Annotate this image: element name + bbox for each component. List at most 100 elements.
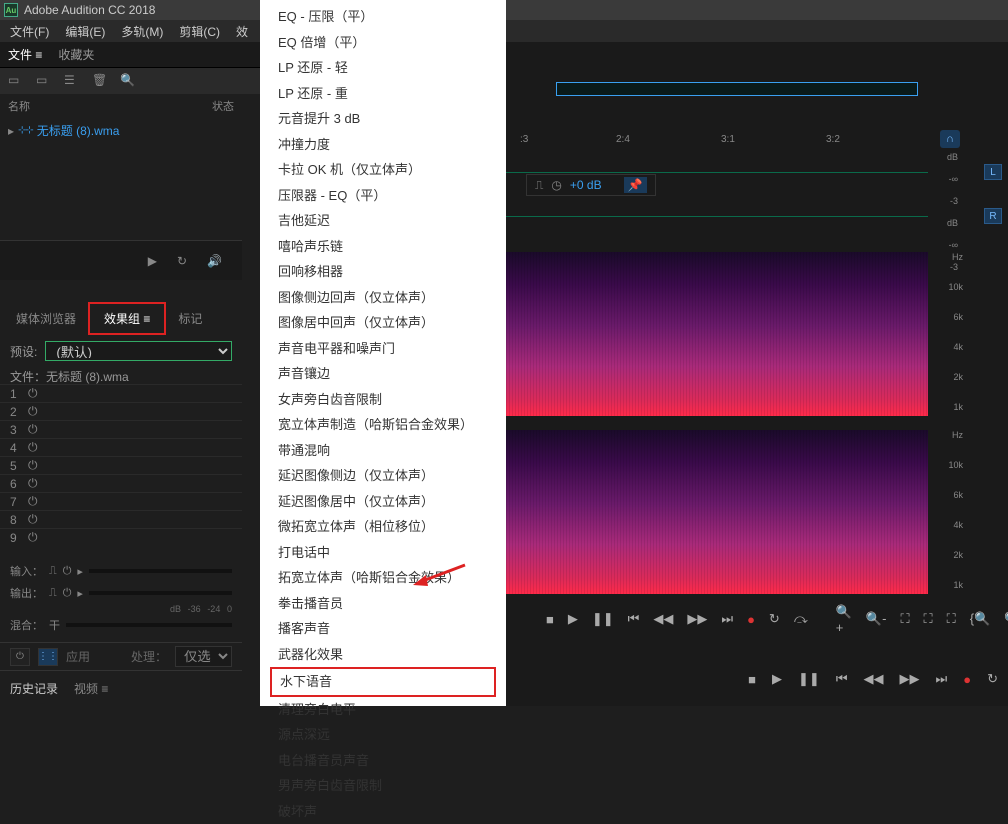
stop-button[interactable]: ■ [546,612,554,627]
zoom-full-icon[interactable]: ⛶ [947,611,956,627]
db-value[interactable]: +0 dB [570,178,602,192]
menu-edit[interactable]: 编辑(E) [59,21,111,42]
spectrogram-right[interactable] [506,430,928,594]
effect-slot[interactable]: 4⏻ [0,438,242,456]
tree-expand-icon[interactable]: ▸ [8,124,14,138]
zoom-fit-icon[interactable]: ⛶ [900,611,909,627]
zoom-in-sel-icon[interactable]: {🔍 [970,611,991,627]
headphone-icon[interactable]: ∩ [940,130,960,148]
loop-icon[interactable]: ↻ [177,254,187,268]
timeline-ruler[interactable]: :3 2:4 3:1 3:2 [506,130,928,152]
effect-slot[interactable]: 5⏻ [0,456,242,474]
zoom-out-icon[interactable]: 🔍- [866,611,887,627]
record-button[interactable]: ● [747,612,755,627]
preset-option[interactable]: 图像侧边回声（仅立体声） [260,285,506,311]
file-item[interactable]: ▸ ⊹⊹ 无标题 (8).wma [0,118,242,143]
power-icon[interactable]: ⏻ [28,404,38,419]
power-icon[interactable]: ⏻ [63,565,72,578]
multitrack-icon[interactable]: ☰ [64,73,80,89]
preset-option[interactable]: 电台播音员声音 [260,748,506,774]
go-end-button-2[interactable]: ⏭ [936,671,948,687]
tab-media-browser[interactable]: 媒体浏览器 [8,306,84,331]
preset-option[interactable]: 武器化效果 [260,642,506,668]
pin-icon[interactable]: 📌 [624,177,647,193]
menu-multitrack[interactable]: 多轨(M) [115,21,169,42]
effect-slot[interactable]: 7⏻ [0,492,242,510]
preset-option[interactable]: 吉他延迟 [260,208,506,234]
tab-video[interactable]: 视频 ≡ [74,680,108,697]
preset-option[interactable]: LP 还原 - 轻 [260,55,506,81]
loop-button[interactable]: ↻ [769,611,780,627]
preset-option[interactable]: 打电话中 [260,540,506,566]
power-icon[interactable]: ⏻ [28,440,38,455]
preset-option[interactable]: 播客声音 [260,616,506,642]
play-button-2[interactable]: ▶ [772,671,782,687]
play-button[interactable]: ▶ [568,611,578,627]
tab-effects-rack[interactable]: 效果组 ≡ [88,302,166,335]
menu-clip[interactable]: 剪辑(C) [173,21,226,42]
loop-button-2[interactable]: ↻ [987,671,998,687]
go-end-button[interactable]: ⏭ [721,611,733,627]
menu-file[interactable]: 文件(F) [4,21,55,42]
power-icon[interactable]: ⏻ [63,587,72,600]
effect-slot[interactable]: 9⏻ [0,528,242,546]
spectrogram-left[interactable] [506,252,928,416]
col-status[interactable]: 状态 [212,98,234,114]
preset-option[interactable]: 女声旁白齿音限制 [260,387,506,413]
pause-button[interactable]: ❚❚ [592,611,614,627]
effect-slot[interactable]: 8⏻ [0,510,242,528]
preset-option[interactable]: 水下语音 [270,667,496,697]
power-icon[interactable]: ⏻ [28,494,38,509]
left-channel-button[interactable]: L [984,164,1002,180]
record-button-2[interactable]: ● [963,672,971,687]
tab-favorites[interactable]: 收藏夹 [58,46,94,63]
new-file-icon[interactable]: ▭ [8,73,24,89]
open-file-icon[interactable]: ▭ [36,73,52,89]
effect-slot[interactable]: 6⏻ [0,474,242,492]
apply-button[interactable]: 应用 [66,648,90,665]
preset-option[interactable]: 男声旁白齿音限制 [260,773,506,799]
preset-option[interactable]: 拳击播音员 [260,591,506,617]
effect-slot[interactable]: 2⏻ [0,402,242,420]
go-start-button-2[interactable]: ⏮ [836,671,848,687]
rewind-button[interactable]: ◀◀ [653,611,673,627]
autoplay-icon[interactable]: 🔊 [207,254,222,268]
waveform-display[interactable] [506,152,928,242]
power-icon[interactable]: ⏻ [28,476,38,491]
preset-option[interactable]: 源点深远 [260,722,506,748]
mix-slider[interactable] [66,623,232,627]
preset-option[interactable]: 压限器 - EQ（平） [260,183,506,209]
power-icon[interactable]: ⏻ [28,458,38,473]
effect-slot[interactable]: 1⏻ [0,384,242,402]
col-name[interactable]: 名称 [8,98,212,114]
power-icon[interactable]: ⏻ [28,386,38,401]
power-icon[interactable]: ⏻ [28,422,38,437]
tab-files[interactable]: 文件 ≡ [8,46,42,63]
forward-button[interactable]: ▶▶ [687,611,707,627]
navigator-overview[interactable] [556,82,918,96]
effect-slot[interactable]: 3⏻ [0,420,242,438]
play-icon[interactable]: ▶ [148,254,157,268]
pause-button-2[interactable]: ❚❚ [798,671,820,687]
preset-option[interactable]: LP 还原 - 重 [260,81,506,107]
power-toggle[interactable]: ⏻ [10,648,30,666]
forward-button-2[interactable]: ▶▶ [900,671,920,687]
preset-option[interactable]: 声音镶边 [260,361,506,387]
rewind-button-2[interactable]: ◀◀ [864,671,884,687]
preset-option[interactable]: 拓宽立体声（哈斯铝合金效果） [260,565,506,591]
preset-option[interactable]: 清理旁白电平 [260,697,506,723]
preset-option[interactable]: 带通混响 [260,438,506,464]
preset-option[interactable]: 微拓宽立体声（相位移位） [260,514,506,540]
skip-button[interactable]: ⤼ [794,611,808,627]
preset-option[interactable]: 回响移相器 [260,259,506,285]
preset-option[interactable]: 声音电平器和噪声门 [260,336,506,362]
preset-option[interactable]: 宽立体声制造（哈斯铝合金效果） [260,412,506,438]
zoom-sel-icon[interactable]: ⛶ [924,611,933,627]
preset-option[interactable]: 图像居中回声（仅立体声） [260,310,506,336]
preset-option[interactable]: EQ - 压限（平） [260,4,506,30]
tab-markers[interactable]: 标记 [170,306,210,331]
process-select[interactable]: 仅选 [175,646,232,667]
search-icon[interactable]: 🔍 [120,73,136,89]
preset-option[interactable]: 破坏声 [260,799,506,824]
preset-option[interactable]: 元音提升 3 dB [260,106,506,132]
